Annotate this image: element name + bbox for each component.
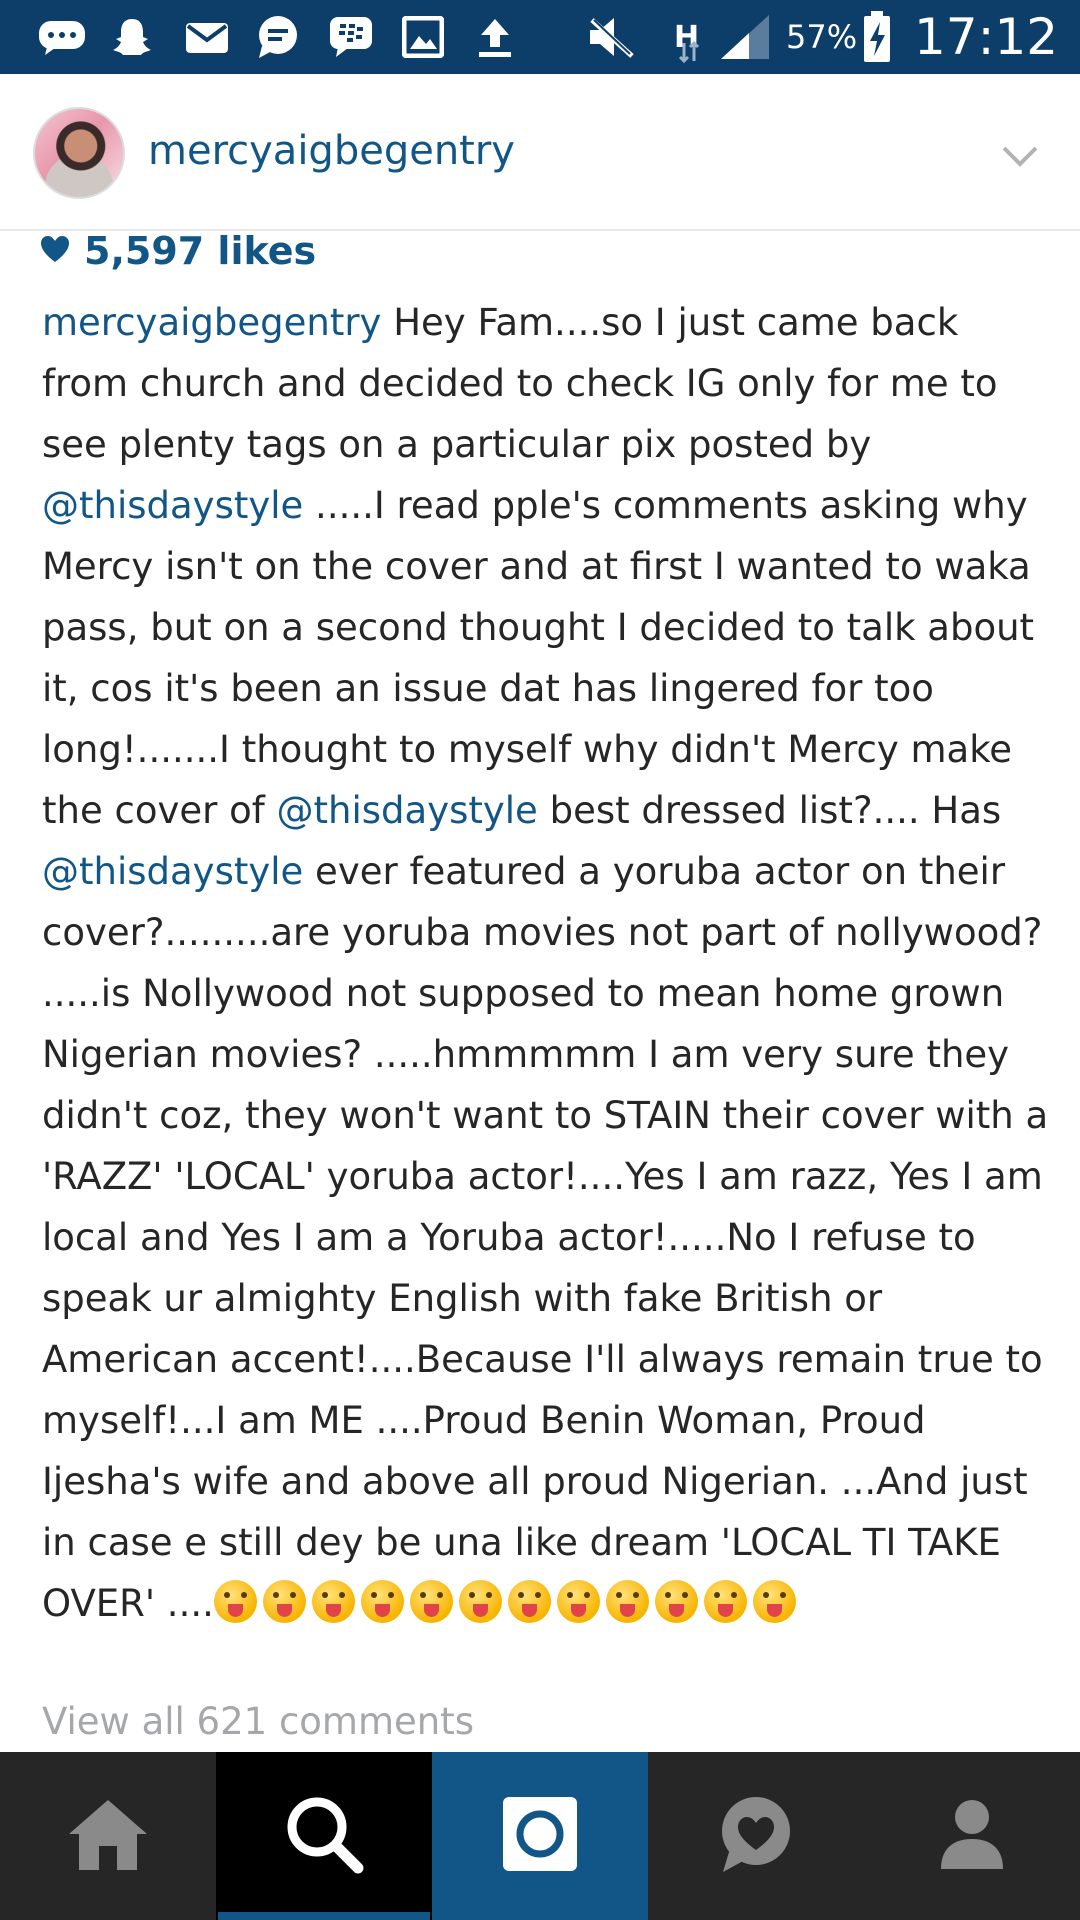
bbm-icon [326,14,376,60]
tongue-out-emoji-icon [556,1580,600,1623]
caption-text-3: best dressed list?.... Has [537,789,1002,832]
view-all-comments-link[interactable]: View all 621 comments [42,1700,474,1743]
search-icon [284,1794,364,1878]
tongue-out-emoji-icon [311,1580,355,1623]
post-header: mercyaigbegentry [0,74,1080,231]
tongue-out-emoji-icon [409,1580,453,1623]
tongue-out-emoji-icon [507,1580,551,1623]
heart-icon [40,235,70,267]
mail-icon [182,14,232,60]
home-icon [65,1796,151,1876]
battery-charging-icon [860,10,894,64]
caption-author[interactable]: mercyaigbegentry [42,301,381,344]
caption-text-2: .....I read pple's comments asking why M… [42,484,1035,832]
status-bar: H 57% 17:12 [0,0,1080,74]
likes-row[interactable]: 5,597 likes [40,228,316,274]
tongue-out-emoji-icon [605,1580,649,1623]
tongue-out-emoji-icon [262,1580,306,1623]
camera-icon [501,1795,579,1877]
tongue-out-emoji-icon [703,1580,747,1623]
mention-thisdaystyle[interactable]: @thisdaystyle [277,789,538,832]
chevron-down-icon[interactable] [998,134,1042,178]
nav-search[interactable] [216,1752,432,1920]
tongue-out-emoji-icon [458,1580,502,1623]
message-icon [252,14,304,60]
nav-profile[interactable] [864,1752,1080,1920]
emoji-group [213,1580,802,1625]
snapchat-icon [106,14,158,60]
activity-heart-icon [715,1794,797,1878]
nav-activity[interactable] [648,1752,864,1920]
tongue-out-emoji-icon [360,1580,404,1623]
nav-home[interactable] [0,1752,216,1920]
upload-icon [470,14,520,60]
tongue-out-emoji-icon [752,1580,796,1623]
network-arrows-icon [674,40,704,64]
chat-bubble-icon [34,14,90,60]
post-caption: mercyaigbegentry Hey Fam....so I just ca… [42,292,1052,1634]
battery-percent: 57% [786,18,858,56]
tongue-out-emoji-icon [654,1580,698,1623]
caption-text-4: ever featured a yoruba actor on their co… [42,850,1049,1625]
likes-count: 5,597 likes [84,229,317,273]
mention-thisdaystyle[interactable]: @thisdaystyle [42,484,303,527]
signal-icon [718,14,772,60]
mute-icon [584,14,638,60]
profile-icon [937,1797,1007,1875]
mention-thisdaystyle[interactable]: @thisdaystyle [42,850,303,893]
gallery-icon [398,14,448,60]
post-username[interactable]: mercyaigbegentry [148,128,515,174]
nav-camera[interactable] [432,1752,648,1920]
tongue-out-emoji-icon [213,1580,257,1623]
clock-time: 17:12 [914,8,1059,66]
bottom-nav [0,1752,1080,1920]
avatar[interactable] [33,107,125,199]
